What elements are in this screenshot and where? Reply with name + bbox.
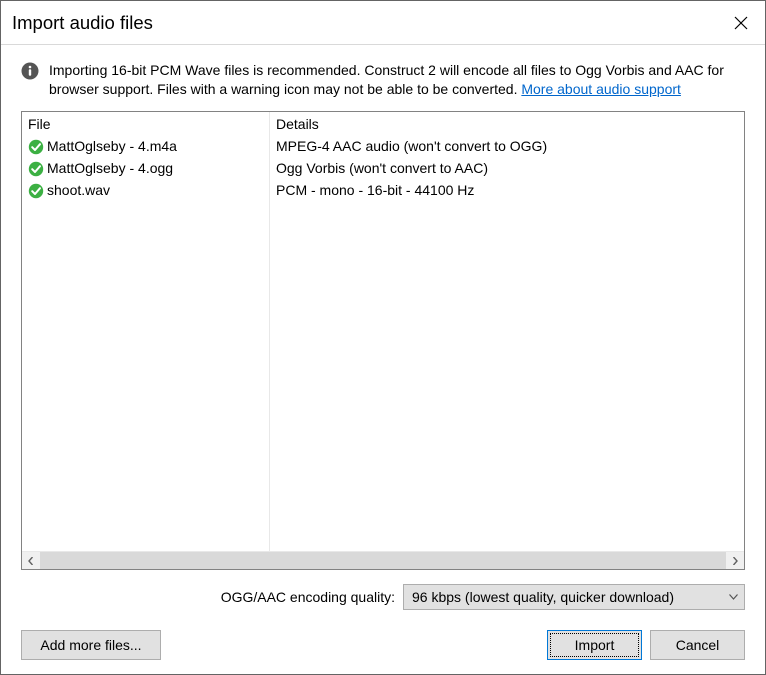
scroll-left-button[interactable] [22,552,40,569]
list-item[interactable]: MattOglseby - 4.m4a [22,136,269,158]
quality-selected-value: 96 kbps (lowest quality, quicker downloa… [412,589,674,605]
chevron-down-icon [729,592,738,603]
file-column: File MattOglseby - 4.m4a MattOglseby - 4.… [22,112,270,551]
file-list-content: File MattOglseby - 4.m4a MattOglseby - 4.… [22,112,744,551]
add-more-files-button[interactable]: Add more files... [21,630,161,660]
file-name: MattOglseby - 4.m4a [47,137,177,156]
list-item[interactable]: MattOglseby - 4.ogg [22,158,269,180]
quality-select[interactable]: 96 kbps (lowest quality, quicker downloa… [403,584,745,610]
chevron-left-icon [27,557,35,565]
file-list: File MattOglseby - 4.m4a MattOglseby - 4.… [21,111,745,570]
details-column-header[interactable]: Details [270,112,744,136]
cancel-button[interactable]: Cancel [650,630,745,660]
dialog-body: Importing 16-bit PCM Wave files is recom… [1,45,765,674]
button-row: Add more files... Import Cancel [21,630,745,660]
import-audio-dialog: Import audio files Importing 16-bit PCM … [0,0,766,675]
info-row: Importing 16-bit PCM Wave files is recom… [21,61,745,99]
file-column-header[interactable]: File [22,112,269,136]
list-item[interactable]: shoot.wav [22,180,269,202]
titlebar: Import audio files [1,1,765,45]
info-text: Importing 16-bit PCM Wave files is recom… [49,61,745,99]
list-item-details: MPEG-4 AAC audio (won't convert to OGG) [270,136,744,158]
scroll-right-button[interactable] [726,552,744,569]
details-column: Details MPEG-4 AAC audio (won't convert … [270,112,744,551]
quality-label: OGG/AAC encoding quality: [221,589,395,605]
list-item-details: PCM - mono - 16-bit - 44100 Hz [270,180,744,202]
ok-icon [28,161,44,177]
quality-row: OGG/AAC encoding quality: 96 kbps (lowes… [21,584,745,610]
info-icon [21,62,39,80]
ok-icon [28,183,44,199]
import-button[interactable]: Import [547,630,642,660]
ok-icon [28,139,44,155]
right-buttons: Import Cancel [547,630,745,660]
scroll-track[interactable] [40,552,726,569]
file-name: MattOglseby - 4.ogg [47,159,173,178]
file-name: shoot.wav [47,181,110,200]
dialog-title: Import audio files [12,12,153,34]
close-button[interactable] [731,13,751,33]
more-about-audio-link[interactable]: More about audio support [521,81,681,97]
chevron-right-icon [731,557,739,565]
close-icon [733,15,749,31]
horizontal-scrollbar[interactable] [22,551,744,569]
list-item-details: Ogg Vorbis (won't convert to AAC) [270,158,744,180]
